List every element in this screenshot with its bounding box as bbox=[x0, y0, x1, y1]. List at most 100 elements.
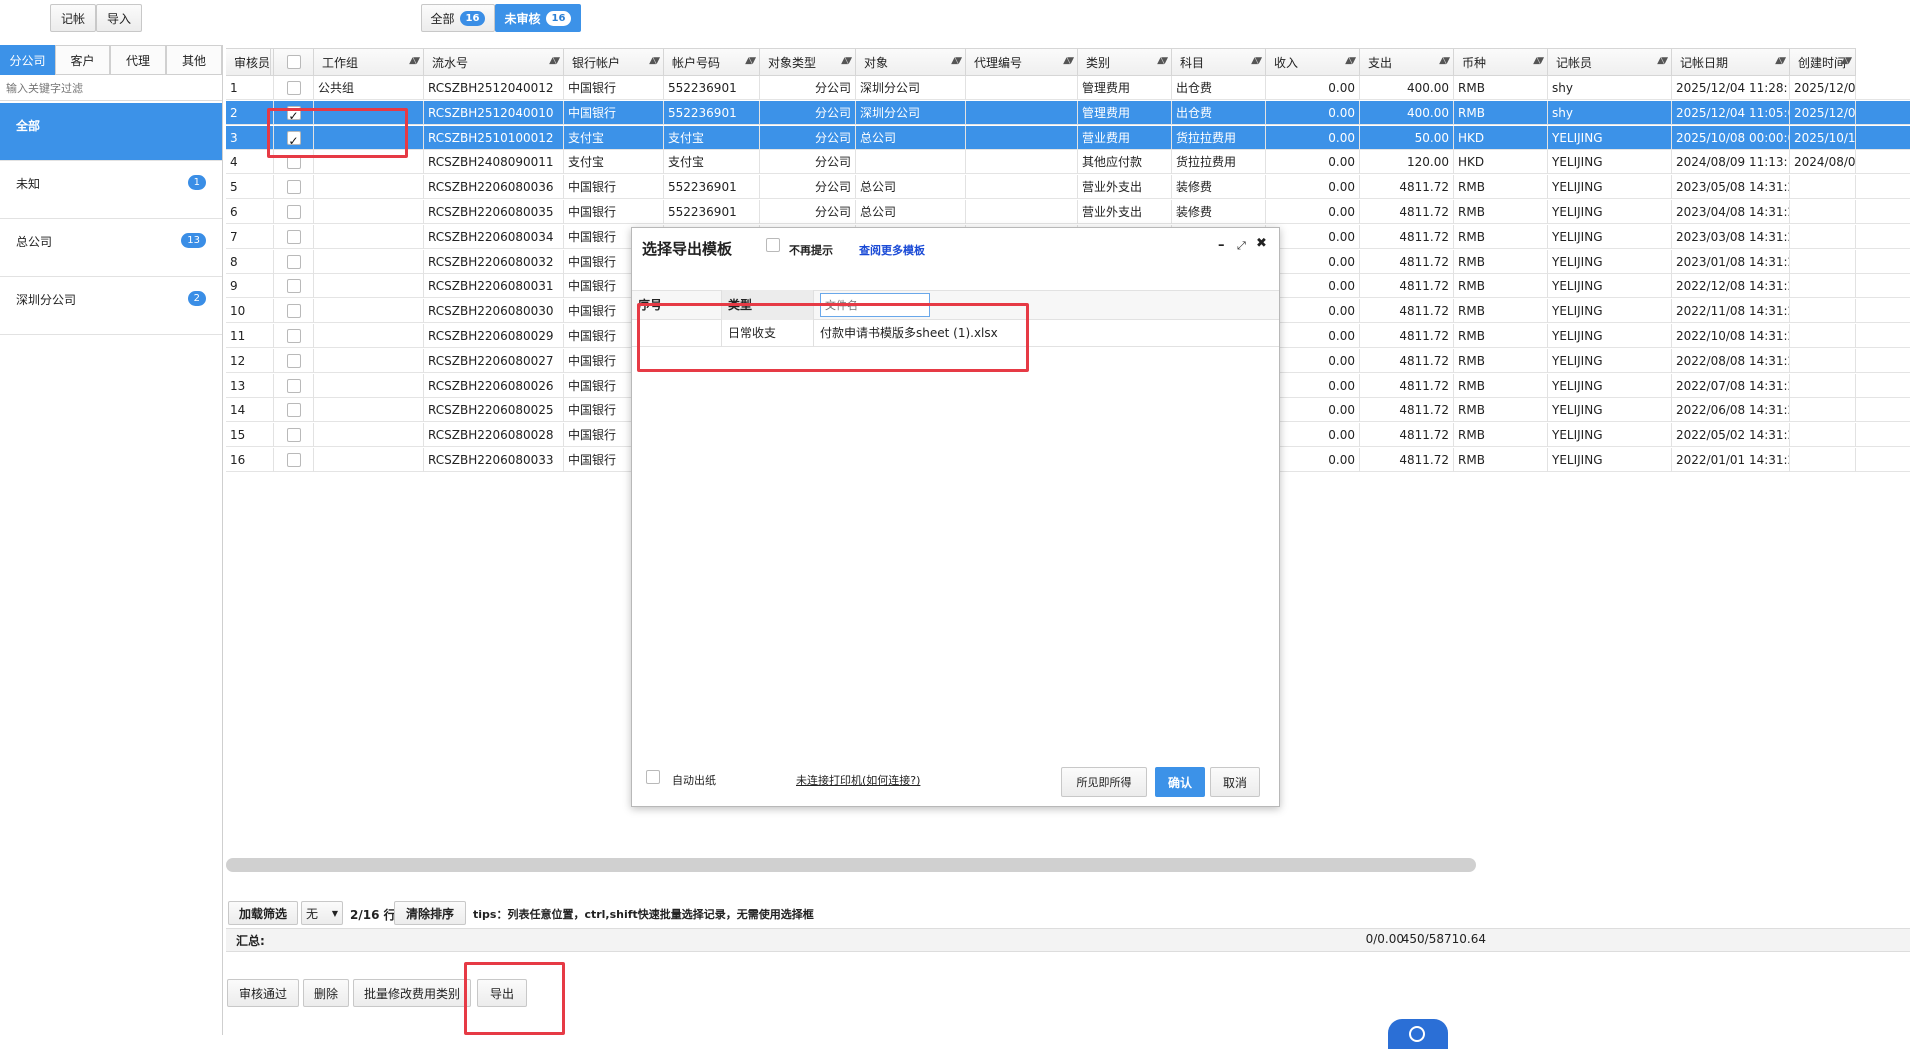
row-checkbox[interactable] bbox=[286, 428, 301, 443]
row-checkbox[interactable] bbox=[286, 279, 301, 294]
cell-clerk: YELIJING bbox=[1548, 175, 1672, 200]
sort-icon: ▲▼ bbox=[841, 56, 852, 66]
column-header[interactable]: 工作组 ▲▼ bbox=[314, 48, 424, 76]
minimize-icon[interactable]: – bbox=[1218, 238, 1225, 253]
cell-income: 0.00 bbox=[1266, 100, 1360, 125]
column-header[interactable]: 审核员 bbox=[226, 48, 272, 76]
wysiwyg-button[interactable]: 所见即所得 bbox=[1061, 767, 1147, 797]
row-checkbox[interactable] bbox=[286, 304, 301, 319]
cell-clerk: YELIJING bbox=[1548, 348, 1672, 373]
row-checkbox[interactable] bbox=[286, 81, 301, 95]
column-header[interactable]: 银行帐户 ▲▼ bbox=[564, 48, 664, 76]
left-tab-customer[interactable]: 客户 bbox=[55, 45, 110, 75]
left-tab-other[interactable]: 其他 bbox=[166, 45, 222, 75]
column-header[interactable]: 收入 ▲▼ bbox=[1266, 48, 1360, 76]
column-header-label: 科目 bbox=[1180, 55, 1205, 70]
more-templates-link[interactable]: 查阅更多模板 bbox=[859, 242, 925, 258]
left-tab-agent[interactable]: 代理 bbox=[110, 45, 166, 75]
column-header[interactable]: 流水号 ▲▼ bbox=[424, 48, 564, 76]
cell-clerk: YELIJING bbox=[1548, 373, 1672, 398]
column-header[interactable]: 代理编号 ▲▼ bbox=[966, 48, 1078, 76]
printer-link[interactable]: 未连接打印机(如何连接?) bbox=[796, 772, 920, 788]
filter-input[interactable] bbox=[0, 77, 222, 101]
table-row[interactable]: 1 公共组 RCSZBH2512040012 中国银行 552236901 分公司 深圳分公… bbox=[226, 76, 1910, 100]
horizontal-scrollbar[interactable] bbox=[226, 858, 1476, 872]
left-item-head-office[interactable]: 总公司 13 bbox=[0, 219, 222, 277]
cell-reviewer bbox=[1790, 373, 1856, 398]
left-item-all[interactable]: 全部 bbox=[0, 103, 222, 161]
cell-date: 2022/11/08 14:31:22 bbox=[1672, 299, 1790, 324]
table-row[interactable]: 3RCSZBH2510100012支付宝支付宝分公司总公司营业费用货拉拉费用0.… bbox=[226, 125, 1910, 150]
cell-otype: 分公司 bbox=[760, 150, 856, 175]
cell-group bbox=[314, 348, 424, 373]
expense-total: 450/58710.64 bbox=[1401, 932, 1486, 946]
no-prompt-checkbox[interactable] bbox=[766, 238, 780, 252]
cell-expense: 4811.72 bbox=[1360, 175, 1454, 200]
row-checkbox[interactable] bbox=[286, 180, 301, 195]
cell-serial: RCSZBH2408090011 bbox=[424, 150, 564, 175]
dialog-footer: 自动出纸 未连接打印机(如何连接?) 所见即所得 确认 取消 bbox=[632, 758, 1279, 806]
cell-expense: 4811.72 bbox=[1360, 423, 1454, 448]
row-checkbox[interactable] bbox=[286, 453, 301, 467]
column-header[interactable]: 科目 ▲▼ bbox=[1172, 48, 1266, 76]
row-checkbox[interactable] bbox=[286, 329, 301, 343]
column-header[interactable]: 支出 ▲▼ bbox=[1360, 48, 1454, 76]
cell-subj: 货拉拉费用 bbox=[1172, 150, 1266, 175]
floating-help-button[interactable] bbox=[1388, 1019, 1448, 1049]
batch-edit-button[interactable]: 批量修改费用类别 bbox=[353, 979, 471, 1007]
column-header[interactable]: 对象类型 ▲▼ bbox=[760, 48, 856, 76]
cell-agent bbox=[966, 200, 1078, 224]
tab-all[interactable]: 全部 16 bbox=[421, 4, 495, 32]
auto-print-checkbox[interactable] bbox=[646, 770, 660, 784]
cell-cur: RMB bbox=[1454, 175, 1548, 200]
column-header[interactable]: 对象 ▲▼ bbox=[856, 48, 966, 76]
row-checkbox[interactable] bbox=[286, 229, 301, 244]
left-item-unknown[interactable]: 未知 1 bbox=[0, 161, 222, 219]
table-row[interactable]: 2RCSZBH2512040010中国银行552236901分公司深圳分公司管理… bbox=[226, 100, 1910, 125]
cell-acct: 552236901 bbox=[664, 100, 760, 125]
cell-clerk: YELIJING bbox=[1548, 150, 1672, 175]
row-checkbox[interactable] bbox=[286, 403, 301, 418]
column-header[interactable]: 帐户号码 ▲▼ bbox=[664, 48, 760, 76]
cancel-button[interactable]: 取消 bbox=[1210, 767, 1260, 797]
row-number: 11 bbox=[226, 324, 274, 348]
table-row[interactable]: 4 RCSZBH2408090011 支付宝 支付宝 分公司 其他应付款 货拉拉费用 0.00… bbox=[226, 150, 1910, 175]
cell-date: 2023/01/08 14:31:22 bbox=[1672, 249, 1790, 274]
sort-icon: ▲▼ bbox=[1251, 56, 1262, 66]
cell-acct: 552236901 bbox=[664, 76, 760, 100]
row-checkbox[interactable] bbox=[286, 205, 301, 219]
cell-obj: 总公司 bbox=[856, 200, 966, 224]
cell-reviewer bbox=[1790, 448, 1856, 472]
left-item-shenzhen[interactable]: 深圳分公司 2 bbox=[0, 277, 222, 335]
row-checkbox[interactable] bbox=[286, 353, 301, 368]
cell-clerk: YELIJING bbox=[1548, 274, 1672, 299]
cell-date: 2023/04/08 14:31:22 bbox=[1672, 200, 1790, 224]
close-icon[interactable]: ✖ bbox=[1256, 236, 1267, 251]
column-header[interactable]: 创建时间 ▲▼ bbox=[1790, 48, 1856, 76]
cell-cur: RMB bbox=[1454, 76, 1548, 100]
cell-expense: 400.00 bbox=[1360, 76, 1454, 100]
clear-sort-button[interactable]: 清除排序 bbox=[394, 901, 466, 925]
tab-unreviewed[interactable]: 未审核 16 bbox=[495, 4, 581, 32]
left-tab-branch[interactable]: 分公司 bbox=[0, 45, 55, 75]
import-button[interactable]: 导入 bbox=[96, 4, 142, 32]
select-all-checkbox[interactable] bbox=[286, 55, 301, 69]
column-header[interactable]: 记帐员 ▲▼ bbox=[1548, 48, 1672, 76]
column-header-label: 记帐日期 bbox=[1680, 55, 1729, 70]
tab-all-label: 全部 bbox=[430, 11, 455, 26]
maximize-icon[interactable]: ⤢ bbox=[1237, 239, 1246, 253]
table-row[interactable]: 6 RCSZBH2206080035 中国银行 552236901 分公司 总公司 营业外支… bbox=[226, 200, 1910, 224]
filter-select[interactable]: 无 ▼ bbox=[301, 901, 343, 925]
row-checkbox[interactable] bbox=[286, 378, 301, 393]
load-filter-button[interactable]: 加载筛选 bbox=[228, 901, 298, 925]
column-header[interactable]: 记帐日期 ▲▼ bbox=[1672, 48, 1790, 76]
row-checkbox[interactable] bbox=[286, 254, 301, 269]
delete-button[interactable]: 删除 bbox=[303, 979, 349, 1007]
column-header[interactable]: 币种 ▲▼ bbox=[1454, 48, 1548, 76]
confirm-button[interactable]: 确认 bbox=[1155, 767, 1205, 797]
column-header[interactable]: 类别 ▲▼ bbox=[1078, 48, 1172, 76]
table-row[interactable]: 5 RCSZBH2206080036 中国银行 552236901 分公司 总公司 营业外支… bbox=[226, 175, 1910, 200]
left-item-label: 总公司 bbox=[16, 235, 53, 249]
approve-button[interactable]: 审核通过 bbox=[227, 979, 299, 1007]
bookkeep-button[interactable]: 记帐 bbox=[50, 4, 96, 32]
